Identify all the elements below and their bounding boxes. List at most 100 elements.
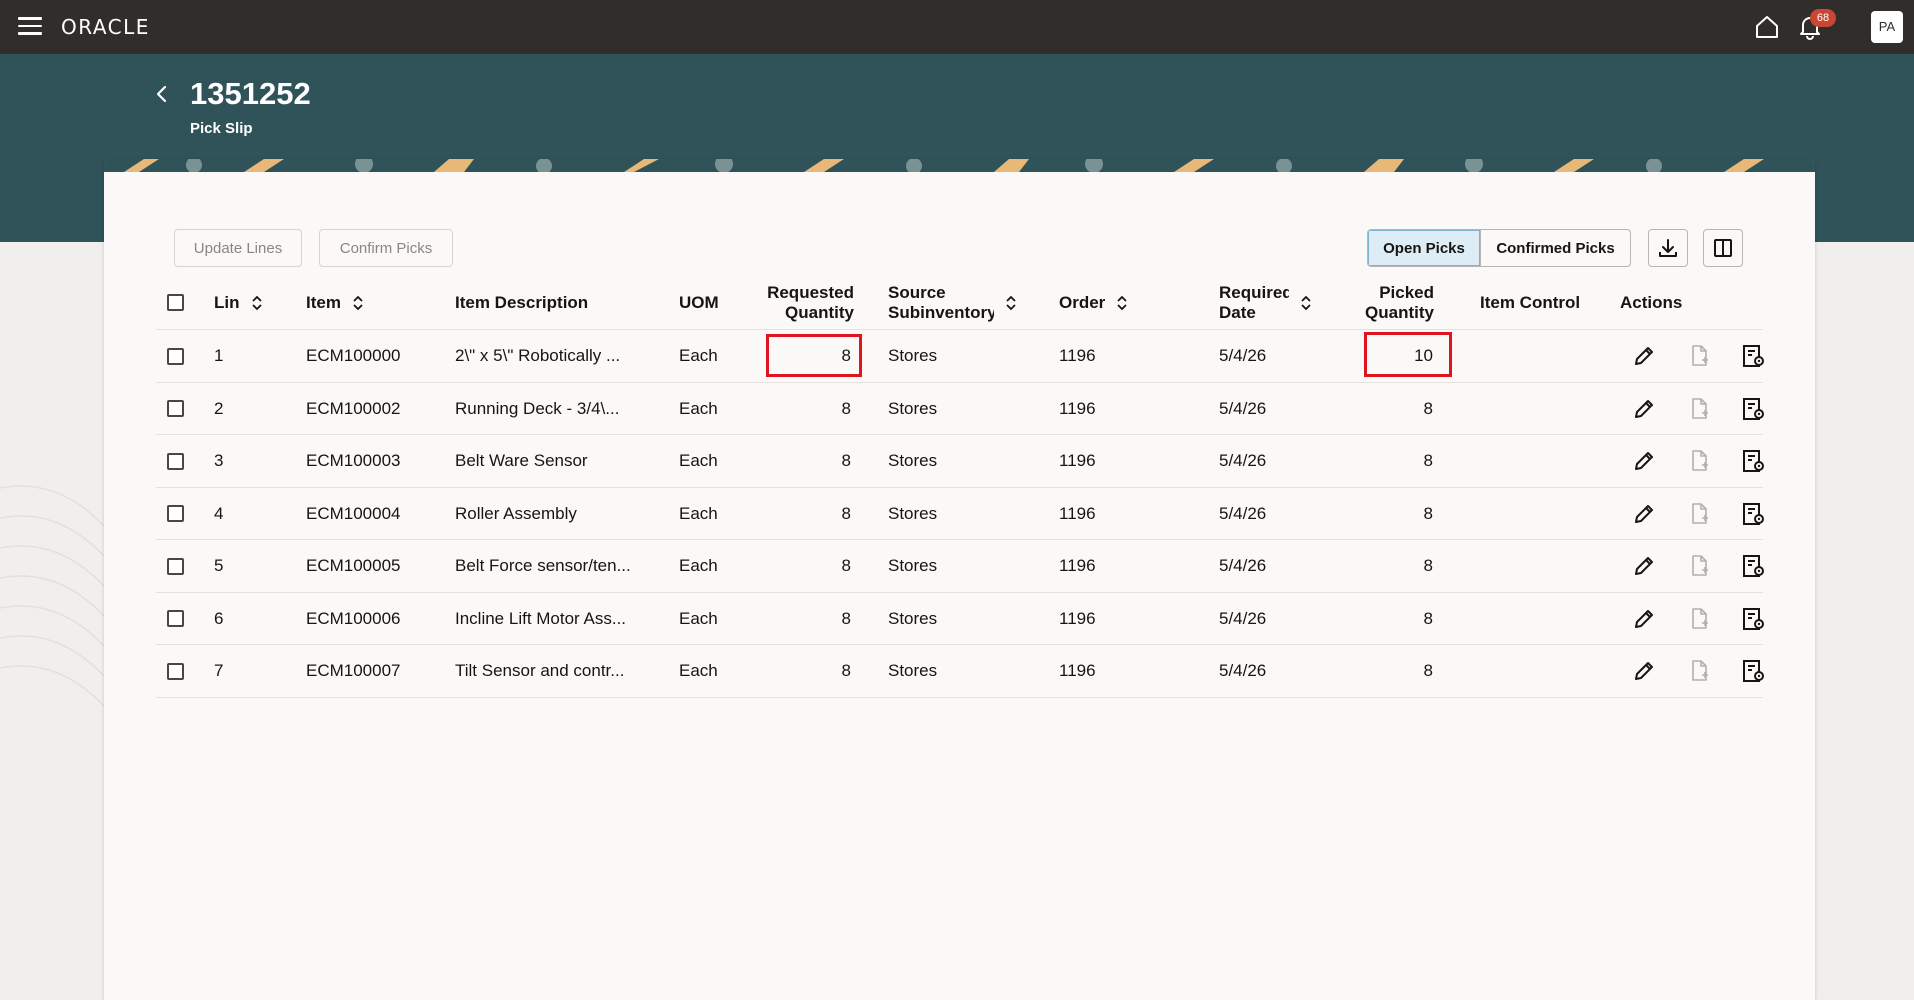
row-checkbox[interactable] [167, 662, 184, 680]
add-document-icon[interactable] [1687, 397, 1711, 421]
view-details-icon[interactable] [1741, 607, 1765, 631]
pick-lines-table: Lin Item Item Description UOM Requested Q… [156, 275, 1765, 698]
menu-icon[interactable] [18, 17, 42, 37]
cell-required-date: 5/4/26 [1219, 556, 1267, 575]
cell-picked-quantity[interactable]: 8 [1345, 540, 1433, 592]
row-select-cell [167, 645, 184, 697]
table-row[interactable]: 4 ECM100004 Roller Assembly Each 8 Stores 1196… [156, 488, 1765, 540]
edit-pencil-icon[interactable] [1632, 554, 1656, 578]
cell-source-subinventory: Stores [888, 608, 938, 628]
edit-pencil-icon[interactable] [1632, 607, 1656, 631]
cell-item[interactable]: ECM100007 [306, 645, 401, 697]
view-details-icon[interactable] [1741, 554, 1765, 578]
cell-item[interactable]: ECM100002 [306, 383, 401, 435]
cell-picked-quantity[interactable]: 8 [1345, 593, 1433, 645]
cell-description: Belt Force sensor/ten... [455, 556, 631, 575]
cell-item[interactable]: ECM100003 [306, 435, 401, 487]
row-checkbox[interactable] [167, 505, 184, 522]
cell-picked-quantity[interactable]: 8 [1345, 488, 1433, 540]
cell-description: Tilt Sensor and contr... [455, 661, 625, 680]
edit-pencil-icon[interactable] [1632, 449, 1656, 473]
add-document-icon[interactable] [1687, 607, 1711, 631]
cell-picked-quantity[interactable]: 8 [1345, 435, 1433, 487]
row-checkbox[interactable] [167, 557, 184, 575]
page-subtitle: Pick Slip [190, 120, 253, 137]
export-button[interactable] [1648, 229, 1688, 267]
sort-icon[interactable] [1299, 294, 1313, 312]
table-row[interactable]: 7 ECM100007 Tilt Sensor and contr... Each 8 S… [156, 645, 1765, 698]
add-document-icon[interactable] [1687, 502, 1711, 526]
view-details-icon[interactable] [1741, 344, 1765, 368]
user-avatar[interactable]: PA [1871, 11, 1903, 43]
table-row[interactable]: 1 ECM100000 2\" x 5\" Robotically ... Each 8… [156, 330, 1765, 383]
oracle-logo[interactable]: ORACLE [61, 15, 150, 39]
table-row[interactable]: 2 ECM100002 Running Deck - 3/4\... Each 8 Sto… [156, 383, 1765, 435]
cell-order: 1196 [1059, 451, 1096, 470]
home-icon[interactable] [1754, 14, 1780, 40]
col-header-source[interactable]: Source Subinventory [888, 275, 1018, 330]
cell-uom: Each [679, 503, 718, 523]
cell-requested-quantity: 8 [841, 661, 851, 680]
sort-icon[interactable] [351, 294, 365, 312]
add-document-icon[interactable] [1687, 449, 1711, 473]
edit-pencil-icon[interactable] [1632, 502, 1656, 526]
add-document-icon[interactable] [1687, 659, 1711, 683]
col-header-order[interactable]: Order [1059, 275, 1129, 330]
cell-order: 1196 [1059, 661, 1096, 680]
edit-pencil-icon[interactable] [1632, 344, 1656, 368]
sort-icon[interactable] [1004, 294, 1018, 312]
add-document-icon[interactable] [1687, 344, 1711, 368]
view-details-icon[interactable] [1741, 659, 1765, 683]
table-row[interactable]: 6 ECM100006 Incline Lift Motor Ass... Each 8… [156, 593, 1765, 645]
cell-order: 1196 [1059, 398, 1096, 418]
col-header-order-label: Order [1059, 292, 1106, 312]
edit-pencil-icon[interactable] [1632, 397, 1656, 421]
cell-line: 4 [214, 503, 224, 523]
edit-pencil-icon[interactable] [1632, 659, 1656, 683]
row-select-cell [167, 488, 184, 540]
sort-icon[interactable] [250, 294, 264, 312]
col-header-item[interactable]: Item [306, 275, 365, 330]
col-header-description: Item Description [455, 292, 589, 312]
col-header-source-line2: Subinventory [888, 302, 994, 322]
col-header-required-line1: Required [1219, 282, 1289, 302]
cell-required-date: 5/4/26 [1219, 346, 1267, 365]
update-lines-button[interactable]: Update Lines [174, 229, 302, 267]
row-checkbox[interactable] [167, 400, 184, 417]
cell-required-date: 5/4/26 [1219, 503, 1267, 523]
cell-uom: Each [679, 346, 718, 365]
columns-icon [1714, 239, 1732, 257]
view-details-icon[interactable] [1741, 502, 1765, 526]
cell-line: 5 [214, 556, 224, 575]
cell-item[interactable]: ECM100005 [306, 540, 401, 592]
select-all-checkbox[interactable] [167, 294, 184, 311]
confirmed-picks-tab[interactable]: Confirmed Picks [1481, 230, 1630, 266]
cell-item[interactable]: ECM100006 [306, 593, 401, 645]
add-document-icon[interactable] [1687, 554, 1711, 578]
table-header-row: Lin Item Item Description UOM Requested Q… [156, 275, 1763, 330]
cell-item[interactable]: ECM100000 [306, 330, 401, 382]
row-select-cell [167, 540, 184, 592]
view-details-icon[interactable] [1741, 397, 1765, 421]
cell-picked-quantity[interactable]: 8 [1345, 383, 1433, 435]
row-checkbox[interactable] [167, 452, 184, 470]
table-row[interactable]: 3 ECM100003 Belt Ware Sensor Each 8 Stores 119… [156, 435, 1765, 488]
col-header-line[interactable]: Lin [214, 275, 264, 330]
global-header: ORACLE 68 PA [0, 0, 1914, 54]
cell-line: 2 [214, 398, 224, 418]
sort-icon[interactable] [1115, 294, 1129, 312]
cell-picked-quantity[interactable]: 8 [1345, 645, 1433, 697]
col-header-actions: Actions [1620, 292, 1683, 312]
open-picks-tab[interactable]: Open Picks [1368, 230, 1481, 266]
view-details-icon[interactable] [1741, 449, 1765, 473]
confirm-picks-button[interactable]: Confirm Picks [319, 229, 453, 267]
columns-layout-button[interactable] [1703, 229, 1743, 267]
row-checkbox[interactable] [167, 347, 184, 365]
row-select-cell [167, 435, 184, 487]
row-checkbox[interactable] [167, 610, 184, 627]
col-header-required-date[interactable]: Required Date [1219, 275, 1313, 330]
cell-item[interactable]: ECM100004 [306, 488, 401, 540]
back-arrow-icon[interactable] [150, 82, 174, 106]
table-row[interactable]: 5 ECM100005 Belt Force sensor/ten... Each 8 S… [156, 540, 1765, 593]
col-header-item-control: Item Control [1480, 292, 1581, 312]
